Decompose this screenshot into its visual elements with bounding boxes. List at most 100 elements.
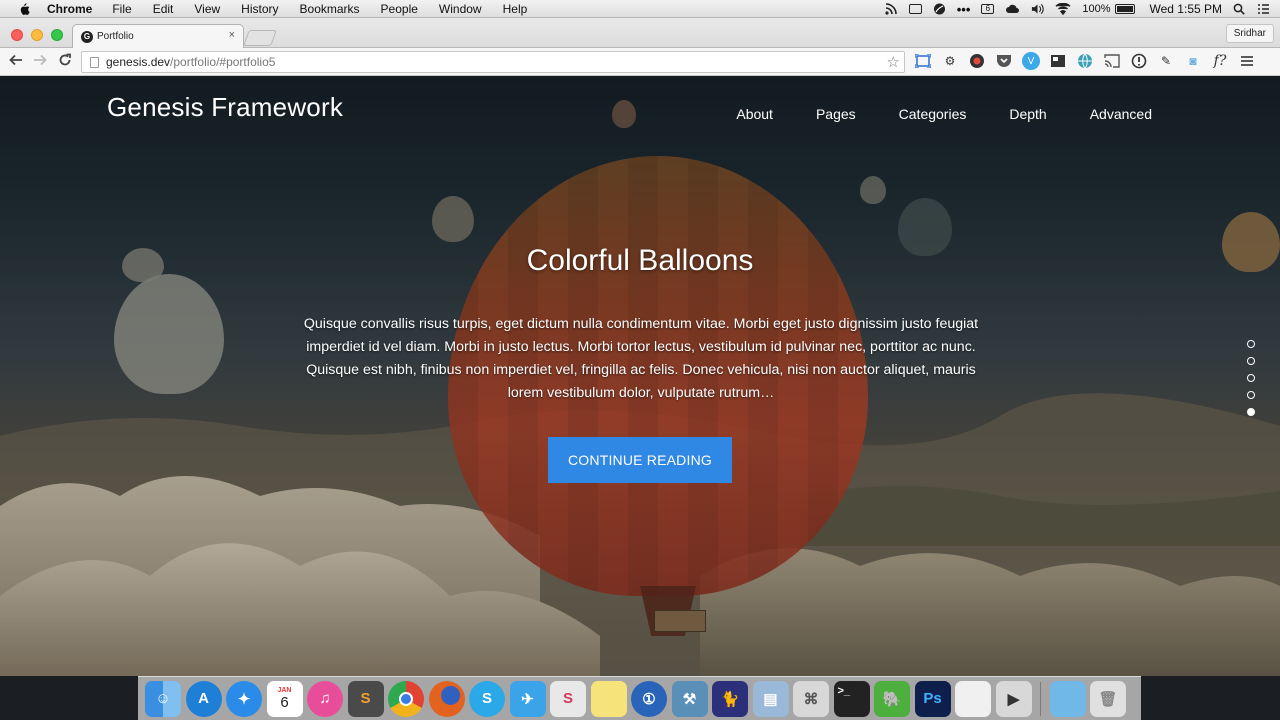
site-title[interactable]: Genesis Framework	[107, 92, 343, 123]
reload-icon	[59, 53, 71, 66]
nav-advanced[interactable]: Advanced	[1090, 106, 1152, 122]
slide-dot-1[interactable]	[1247, 340, 1255, 348]
close-window-button[interactable]	[11, 29, 23, 41]
slide-dot-4[interactable]	[1247, 391, 1255, 399]
puzzle-icon[interactable]: ✎	[1157, 52, 1175, 70]
finder-icon[interactable]: ☺	[145, 680, 181, 717]
tab-close-icon[interactable]: ×	[229, 29, 235, 41]
background-balloon	[612, 100, 636, 128]
info-icon[interactable]	[1130, 52, 1148, 70]
background-balloon	[432, 196, 474, 242]
reload-button[interactable]	[56, 53, 74, 71]
fit-icon[interactable]	[914, 52, 932, 70]
safari-icon[interactable]: ✦	[226, 680, 262, 717]
1password-icon[interactable]: ①	[631, 680, 667, 717]
rss-icon[interactable]	[885, 3, 898, 15]
url-host: genesis.dev	[106, 55, 171, 69]
trash-icon[interactable]: 🗑	[1090, 680, 1126, 717]
notes-icon[interactable]	[590, 680, 627, 717]
menu-icon[interactable]	[1238, 52, 1256, 70]
photo-booth-icon[interactable]: ▶	[995, 680, 1032, 717]
menu-history[interactable]: History	[241, 2, 278, 16]
new-tab-button[interactable]	[243, 30, 277, 46]
evernote-icon[interactable]: 🐘	[874, 680, 910, 717]
screen-record-icon[interactable]	[908, 4, 922, 14]
preview-icon[interactable]: ▤	[752, 680, 789, 717]
script-editor-icon[interactable]: ⌘	[793, 680, 829, 717]
slack-icon[interactable]: S	[550, 680, 586, 717]
menu-people[interactable]: People	[381, 2, 418, 16]
tab-portfolio[interactable]: G Portfolio ×	[72, 24, 244, 48]
slide-dot-2[interactable]	[1247, 357, 1255, 365]
extensions-area: ⚙ V ✎ ◙ f?	[914, 52, 1256, 70]
spotlight-search-icon[interactable]	[1233, 3, 1246, 15]
nav-categories[interactable]: Categories	[899, 106, 967, 122]
formula-icon[interactable]: f?	[1211, 52, 1229, 70]
nav-about[interactable]: About	[736, 106, 773, 122]
nav-depth[interactable]: Depth	[1009, 106, 1046, 122]
menu-edit[interactable]: Edit	[153, 2, 174, 16]
apple-icon[interactable]	[17, 2, 31, 16]
more-icon[interactable]: •••	[957, 2, 971, 17]
menu-app-name[interactable]: Chrome	[47, 2, 92, 16]
clock[interactable]: Wed 1:55 PM	[1150, 2, 1222, 16]
forward-button[interactable]	[31, 53, 49, 71]
menu-view[interactable]: View	[194, 2, 220, 16]
menu-help[interactable]: Help	[503, 2, 528, 16]
gear-icon[interactable]: ⚙	[941, 52, 959, 70]
record-icon[interactable]	[968, 52, 986, 70]
bookmark-star-icon[interactable]: ☆	[887, 53, 900, 71]
v-icon[interactable]: V	[1022, 52, 1040, 70]
url-path: /portfolio/#portfolio5	[170, 55, 276, 69]
browser-tab-bar: G Portfolio × Sridhar	[0, 18, 1280, 48]
sublime-icon[interactable]: S	[347, 680, 384, 717]
menu-file[interactable]: File	[112, 2, 131, 16]
hero-excerpt: Quisque convallis risus turpis, eget dic…	[303, 316, 979, 401]
photoshop-icon[interactable]: Ps	[914, 680, 951, 717]
minimize-window-button[interactable]	[31, 29, 43, 41]
textedit-icon[interactable]	[955, 680, 991, 717]
tiddlywiki-icon[interactable]: 🐈	[712, 680, 748, 717]
battery-indicator[interactable]: 100%	[1082, 3, 1135, 15]
continue-reading-button[interactable]: CONTINUE READING	[548, 437, 732, 483]
folder-icon[interactable]	[1049, 680, 1086, 717]
dock: ☺ A ✦ JAN 6 ♫ S S ✈ S ① ⚒ 🐈 ▤ ⌘ >_ 🐘 Ps …	[138, 676, 1141, 720]
dock-separator	[1040, 681, 1041, 716]
forward-arrow-icon	[34, 54, 47, 66]
wifi-icon[interactable]	[1055, 3, 1071, 15]
back-button[interactable]	[7, 53, 25, 71]
globe-icon[interactable]	[1076, 52, 1094, 70]
address-bar[interactable]: genesis.dev/portfolio/#portfolio5 ☆	[81, 51, 905, 73]
notification-center-icon[interactable]	[1257, 3, 1270, 15]
menu-bar: Chrome File Edit View History Bookmarks …	[0, 0, 1280, 18]
tab-title: Portfolio	[97, 31, 134, 42]
menu-bookmarks[interactable]: Bookmarks	[300, 2, 360, 16]
chrome-icon[interactable]	[388, 680, 424, 717]
camera-icon[interactable]: ◙	[1184, 52, 1202, 70]
zoom-window-button[interactable]	[51, 29, 63, 41]
calendar-icon[interactable]: JAN 6	[266, 680, 303, 717]
firefox-icon[interactable]	[428, 680, 465, 717]
profile-button[interactable]: Sridhar	[1225, 24, 1274, 43]
leaf-icon[interactable]	[933, 3, 946, 15]
slide-dot-5[interactable]	[1247, 408, 1255, 416]
volume-icon[interactable]	[1031, 3, 1045, 15]
calendar-badge[interactable]: 6	[981, 4, 995, 14]
background-balloon	[860, 176, 886, 204]
bookmark-icon[interactable]	[1049, 52, 1067, 70]
twitter-icon[interactable]: ✈	[509, 680, 546, 717]
skype-icon[interactable]: S	[469, 680, 505, 717]
itunes-icon[interactable]: ♫	[307, 680, 343, 717]
site-favicon-icon: G	[81, 30, 93, 43]
cast-icon[interactable]	[1103, 52, 1121, 70]
cloud-icon[interactable]	[1005, 3, 1020, 15]
terminal-icon[interactable]: >_	[833, 680, 870, 717]
pocket-icon[interactable]	[995, 52, 1013, 70]
menu-window[interactable]: Window	[439, 2, 482, 16]
page-icon	[90, 56, 99, 68]
xcode-icon[interactable]: ⚒	[671, 680, 708, 717]
slide-dot-3[interactable]	[1247, 374, 1255, 382]
nav-pages[interactable]: Pages	[816, 106, 856, 122]
appstore-icon[interactable]: A	[185, 680, 222, 717]
back-arrow-icon	[9, 54, 22, 66]
